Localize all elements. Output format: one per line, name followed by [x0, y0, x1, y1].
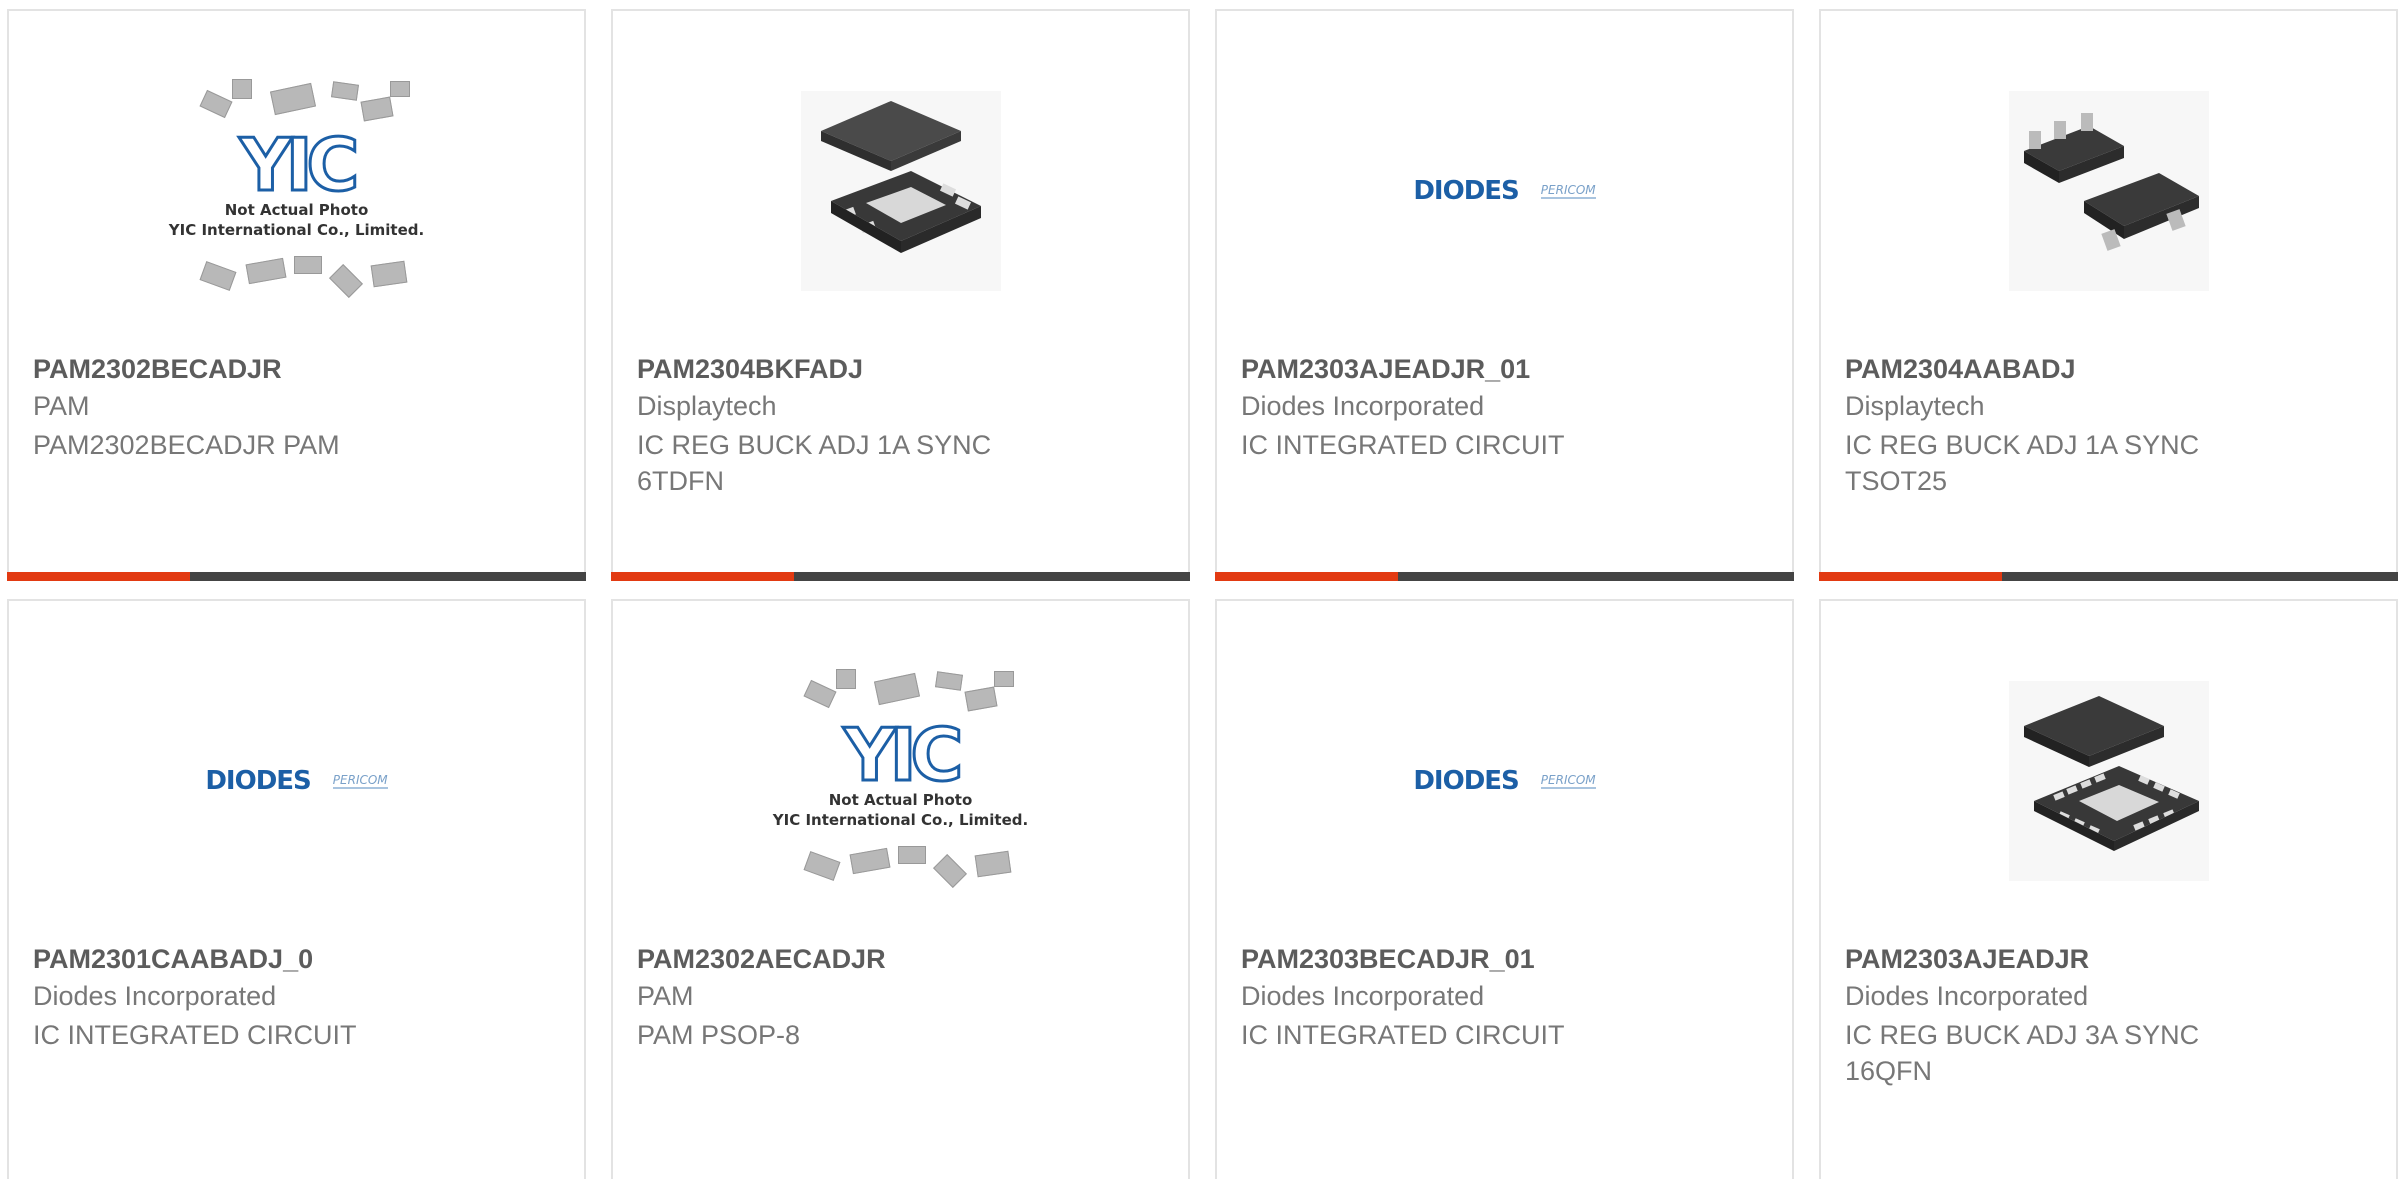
- part-number[interactable]: PAM2301CAABADJ_0: [33, 944, 313, 975]
- tsot-chip-image: [2008, 91, 2209, 291]
- manufacturer: PAM: [637, 981, 694, 1011]
- card-bar: [7, 572, 586, 581]
- description: PAM PSOP-8: [637, 1020, 801, 1050]
- product-image[interactable]: DIODES PERICOM: [1217, 661, 1792, 901]
- diodes-logo-image: DIODES PERICOM: [205, 766, 388, 796]
- description: PAM2302BECADJR PAM: [33, 430, 340, 460]
- card-bar: [1215, 572, 1794, 581]
- product-card[interactable]: DIODES PERICOM PAM2303AJEADJR_01 Diodes …: [1215, 9, 1794, 581]
- part-number[interactable]: PAM2303AJEADJR: [1845, 944, 2089, 975]
- placeholder-line1: Not Actual Photo: [224, 201, 369, 219]
- card-bar: [1819, 572, 2398, 581]
- tdfn-chip-image: [800, 91, 1001, 291]
- manufacturer: Displaytech: [1845, 391, 1985, 421]
- product-image[interactable]: [1821, 661, 2396, 901]
- product-image[interactable]: DIODES PERICOM: [9, 661, 584, 901]
- product-card[interactable]: DIODES PERICOM PAM2301CAABADJ_0 Diodes I…: [7, 599, 586, 1179]
- diodes-logo-image: DIODES PERICOM: [1413, 176, 1596, 206]
- part-number[interactable]: PAM2303BECADJR_01: [1241, 944, 1535, 975]
- placeholder-line1: Not Actual Photo: [828, 791, 973, 809]
- manufacturer: Diodes Incorporated: [1845, 981, 2089, 1011]
- description: IC REG BUCK ADJ 1A SYNC 6TDFN: [637, 430, 992, 496]
- product-image[interactable]: YIC Not Actual Photo YIC International C…: [613, 661, 1188, 901]
- part-number[interactable]: PAM2303AJEADJR_01: [1241, 354, 1530, 385]
- placeholder-line2: YIC International Co., Limited.: [168, 221, 425, 239]
- manufacturer: Diodes Incorporated: [33, 981, 277, 1011]
- product-card[interactable]: PAM2303AJEADJR Diodes Incorporated IC RE…: [1819, 599, 2398, 1179]
- product-card[interactable]: YIC Not Actual Photo YIC International C…: [7, 9, 586, 581]
- product-image[interactable]: [1821, 71, 2396, 311]
- part-number[interactable]: PAM2302BECADJR: [33, 354, 282, 385]
- product-card[interactable]: PAM2304AABADJ Displaytech IC REG BUCK AD…: [1819, 9, 2398, 581]
- part-number[interactable]: PAM2302AECADJR: [637, 944, 886, 975]
- description: IC REG BUCK ADJ 1A SYNC TSOT25: [1845, 430, 2200, 496]
- description: IC INTEGRATED CIRCUIT: [33, 1020, 357, 1050]
- yic-placeholder-image: YIC Not Actual Photo YIC International C…: [766, 661, 1036, 901]
- part-number[interactable]: PAM2304AABADJ: [1845, 354, 2076, 385]
- card-bar: [611, 572, 1190, 581]
- part-number[interactable]: PAM2304BKFADJ: [637, 354, 863, 385]
- manufacturer: Displaytech: [637, 391, 777, 421]
- yic-logo: YIC: [238, 122, 361, 209]
- product-image[interactable]: DIODES PERICOM: [1217, 71, 1792, 311]
- manufacturer: Diodes Incorporated: [1241, 391, 1485, 421]
- product-card[interactable]: DIODES PERICOM PAM2303BECADJR_01 Diodes …: [1215, 599, 1794, 1179]
- placeholder-line2: YIC International Co., Limited.: [772, 811, 1029, 829]
- manufacturer: Diodes Incorporated: [1241, 981, 1485, 1011]
- diodes-logo-image: DIODES PERICOM: [1413, 766, 1596, 796]
- manufacturer: PAM: [33, 391, 90, 421]
- yic-logo: YIC: [842, 712, 965, 799]
- description: IC INTEGRATED CIRCUIT: [1241, 1020, 1565, 1050]
- product-image[interactable]: [613, 71, 1188, 311]
- product-image[interactable]: YIC Not Actual Photo YIC International C…: [9, 71, 584, 311]
- product-card[interactable]: YIC Not Actual Photo YIC International C…: [611, 599, 1190, 1179]
- qfn-chip-image: [2008, 681, 2209, 881]
- yic-placeholder-image: YIC Not Actual Photo YIC International C…: [162, 71, 432, 311]
- description: IC INTEGRATED CIRCUIT: [1241, 430, 1565, 460]
- description: IC REG BUCK ADJ 3A SYNC 16QFN: [1845, 1020, 2200, 1086]
- product-card[interactable]: PAM2304BKFADJ Displaytech IC REG BUCK AD…: [611, 9, 1190, 581]
